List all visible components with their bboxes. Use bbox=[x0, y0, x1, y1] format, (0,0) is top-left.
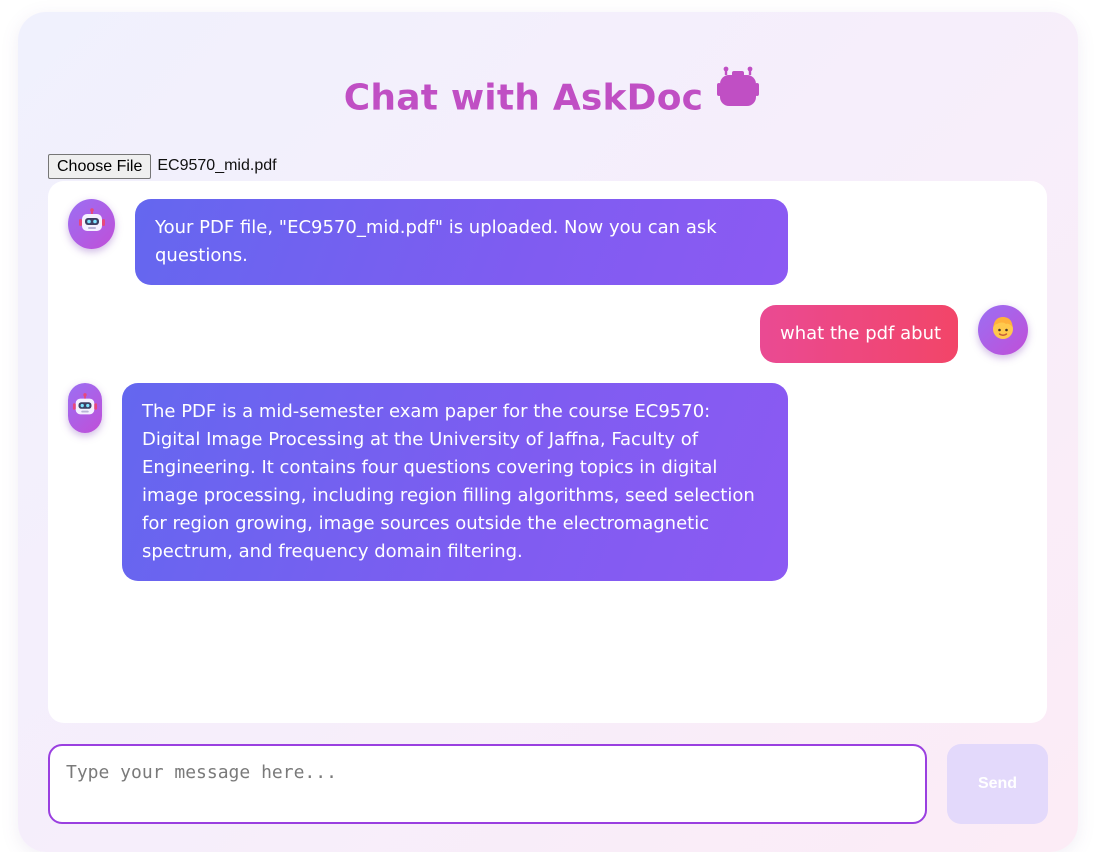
user-avatar bbox=[978, 305, 1028, 355]
bot-avatar bbox=[68, 199, 115, 249]
user-message-bubble: what the pdf abut bbox=[760, 305, 958, 363]
bot-avatar bbox=[68, 383, 102, 433]
page-title: Chat with AskDoc bbox=[0, 66, 1103, 126]
message-input[interactable] bbox=[48, 744, 927, 824]
file-upload-row: Choose File EC9570_mid.pdf bbox=[48, 153, 277, 179]
bot-message-text: The PDF is a mid-semester exam paper for… bbox=[142, 401, 755, 562]
person-face-icon bbox=[990, 315, 1016, 345]
bot-message-bubble: The PDF is a mid-semester exam paper for… bbox=[122, 383, 788, 581]
bot-message-text: Your PDF file, "EC9570_mid.pdf" is uploa… bbox=[155, 217, 717, 266]
bot-message-bubble: Your PDF file, "EC9570_mid.pdf" is uploa… bbox=[135, 199, 788, 285]
robot-face-icon bbox=[72, 393, 98, 423]
page-title-text: Chat with AskDoc bbox=[343, 77, 704, 119]
send-button[interactable]: Send bbox=[947, 744, 1048, 824]
uploaded-file-name: EC9570_mid.pdf bbox=[157, 157, 277, 174]
user-message-text: what the pdf abut bbox=[780, 323, 942, 344]
robot-icon bbox=[717, 66, 760, 125]
choose-file-button[interactable]: Choose File bbox=[48, 153, 152, 179]
chat-messages-panel[interactable]: Your PDF file, "EC9570_mid.pdf" is uploa… bbox=[48, 181, 1047, 723]
robot-face-icon bbox=[78, 208, 106, 240]
